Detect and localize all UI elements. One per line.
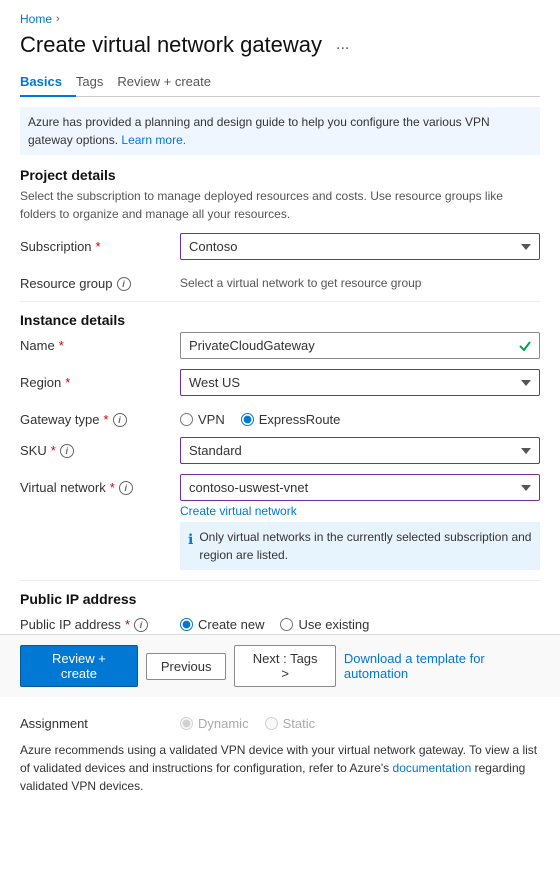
assignment-row: Assignment Dynamic Static	[20, 710, 540, 731]
info-bar-link[interactable]: Learn more.	[121, 133, 186, 147]
name-input[interactable]	[180, 332, 540, 359]
next-button[interactable]: Next : Tags >	[234, 645, 335, 687]
gateway-type-required: *	[104, 412, 109, 427]
dynamic-radio	[180, 717, 193, 730]
breadcrumb-separator: ›	[56, 13, 60, 25]
assignment-control: Dynamic Static	[180, 710, 540, 731]
gateway-type-expressroute-option[interactable]: ExpressRoute	[241, 412, 341, 427]
vnet-info-icon[interactable]: i	[119, 481, 133, 495]
tab-review-create[interactable]: Review + create	[117, 68, 225, 97]
vnet-note: ℹ Only virtual networks in the currently…	[180, 522, 540, 570]
gateway-type-row: Gateway type * i VPN ExpressRoute	[20, 406, 540, 427]
info-bar: Azure has provided a planning and design…	[20, 107, 540, 155]
create-new-radio[interactable]	[180, 618, 193, 631]
public-ip-info-icon[interactable]: i	[134, 618, 148, 632]
assignment-radio-group: Dynamic Static	[180, 710, 540, 731]
public-ip-title: Public IP address	[20, 591, 540, 607]
name-label: Name *	[20, 332, 180, 353]
resource-group-control: Select a virtual network to get resource…	[180, 270, 540, 290]
tabs-container: Basics Tags Review + create	[20, 68, 540, 97]
subscription-row: Subscription * Contoso	[20, 233, 540, 260]
project-details-desc: Select the subscription to manage deploy…	[20, 187, 540, 223]
divider-1	[20, 301, 540, 302]
virtual-network-control: contoso-uswest-vnet Create virtual netwo…	[180, 474, 540, 570]
ellipsis-button[interactable]: ...	[332, 36, 353, 54]
use-existing-option[interactable]: Use existing	[280, 617, 369, 632]
public-ip-required: *	[125, 617, 130, 632]
sku-label: SKU * i	[20, 437, 180, 458]
sku-required: *	[51, 443, 56, 458]
name-row: Name *	[20, 332, 540, 359]
instance-details-title: Instance details	[20, 312, 540, 328]
name-control	[180, 332, 540, 359]
sku-info-icon[interactable]: i	[60, 444, 74, 458]
sku-control: Standard	[180, 437, 540, 464]
resource-group-label: Resource group i	[20, 270, 180, 291]
create-vnet-link[interactable]: Create virtual network	[180, 504, 540, 518]
region-row: Region * West US	[20, 369, 540, 396]
page-title: Create virtual network gateway	[20, 32, 322, 58]
region-select[interactable]: West US	[180, 369, 540, 396]
gateway-type-expressroute-radio[interactable]	[241, 413, 254, 426]
info-bar-text: Azure has provided a planning and design…	[28, 115, 490, 147]
region-label: Region *	[20, 369, 180, 390]
resource-group-info-icon[interactable]: i	[117, 277, 131, 291]
public-ip-label: Public IP address * i	[20, 611, 180, 632]
public-ip-row: Public IP address * i Create new Use exi…	[20, 611, 540, 632]
project-details-title: Project details	[20, 167, 540, 183]
subscription-label: Subscription *	[20, 233, 180, 254]
subscription-select[interactable]: Contoso	[180, 233, 540, 260]
divider-2	[20, 580, 540, 581]
virtual-network-select[interactable]: contoso-uswest-vnet	[180, 474, 540, 501]
region-required: *	[65, 375, 70, 390]
static-option: Static	[265, 716, 316, 731]
previous-button[interactable]: Previous	[146, 653, 227, 680]
resource-group-row: Resource group i Select a virtual networ…	[20, 270, 540, 291]
gateway-type-vpn-radio[interactable]	[180, 413, 193, 426]
name-required: *	[59, 338, 64, 353]
create-new-option[interactable]: Create new	[180, 617, 264, 632]
note-icon: ℹ	[188, 529, 193, 550]
sku-row: SKU * i Standard	[20, 437, 540, 464]
public-ip-control: Create new Use existing	[180, 611, 540, 632]
dynamic-option: Dynamic	[180, 716, 249, 731]
static-radio	[265, 717, 278, 730]
gateway-type-vpn-option[interactable]: VPN	[180, 412, 225, 427]
breadcrumb: Home ›	[20, 12, 540, 26]
assignment-label: Assignment	[20, 710, 180, 731]
virtual-network-label: Virtual network * i	[20, 474, 180, 495]
resource-group-helper: Select a virtual network to get resource…	[180, 270, 540, 290]
subscription-required: *	[96, 239, 101, 254]
public-ip-radio-group: Create new Use existing	[180, 611, 540, 632]
warning-link[interactable]: documentation	[393, 761, 472, 775]
gateway-type-control: VPN ExpressRoute	[180, 406, 540, 427]
subscription-control: Contoso	[180, 233, 540, 260]
sku-select[interactable]: Standard	[180, 437, 540, 464]
tab-basics[interactable]: Basics	[20, 68, 76, 97]
region-control: West US	[180, 369, 540, 396]
review-create-button[interactable]: Review + create	[20, 645, 138, 687]
gateway-type-label: Gateway type * i	[20, 406, 180, 427]
gateway-type-radio-group: VPN ExpressRoute	[180, 406, 540, 427]
vnet-required: *	[110, 480, 115, 495]
warning-text: Azure recommends using a validated VPN d…	[20, 741, 540, 795]
use-existing-radio[interactable]	[280, 618, 293, 631]
footer-bar: Review + create Previous Next : Tags > D…	[0, 634, 560, 697]
download-template-link[interactable]: Download a template for automation	[344, 646, 540, 686]
gateway-type-info-icon[interactable]: i	[113, 413, 127, 427]
tab-tags[interactable]: Tags	[76, 68, 117, 97]
virtual-network-row: Virtual network * i contoso-uswest-vnet …	[20, 474, 540, 570]
breadcrumb-home[interactable]: Home	[20, 12, 52, 26]
